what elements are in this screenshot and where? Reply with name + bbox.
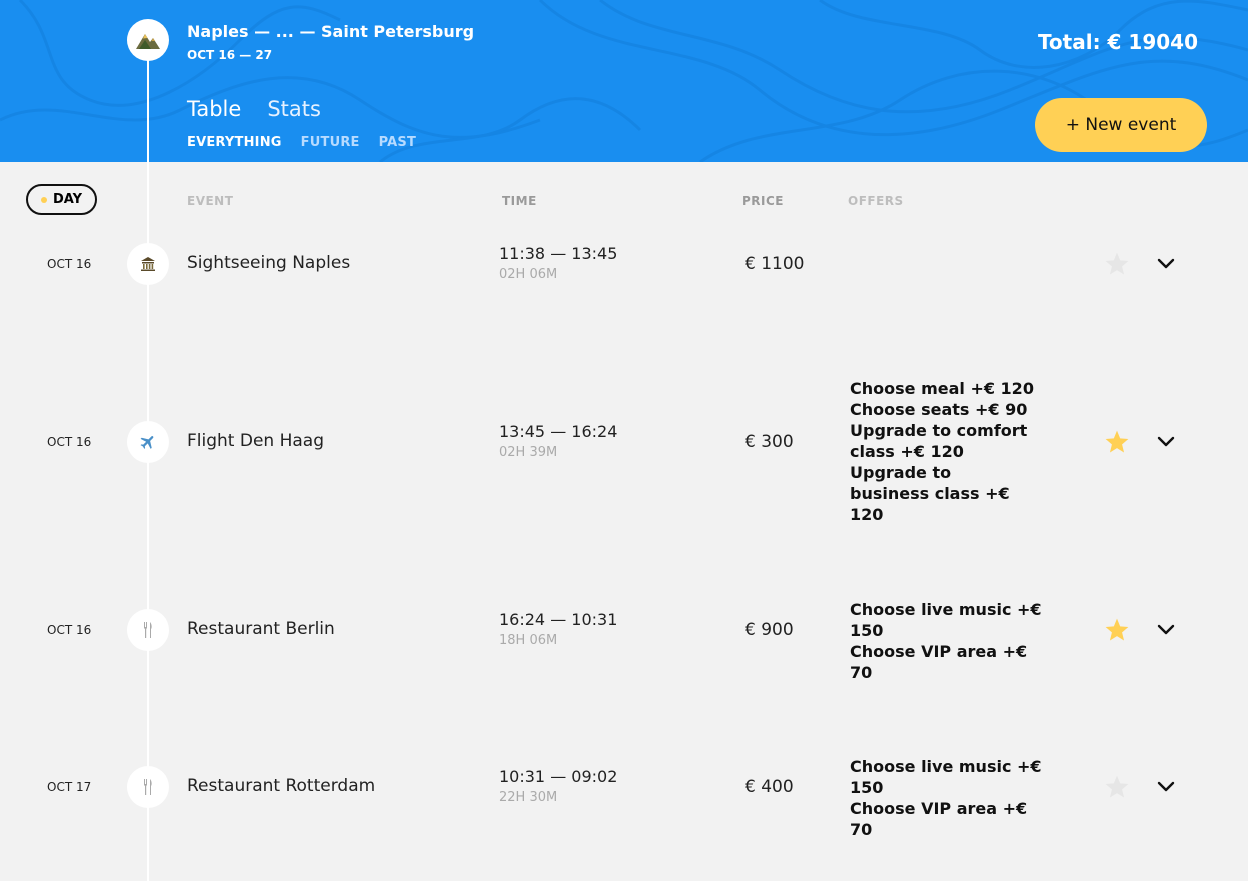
event-duration: 18H 06M bbox=[499, 633, 558, 648]
event-duration: 02H 06M bbox=[499, 267, 558, 282]
event-offers: Choose live music +€ 150 Choose VIP area… bbox=[850, 756, 1045, 840]
offer-item: Choose VIP area +€ 70 bbox=[850, 642, 1028, 682]
event-offers: Choose live music +€ 150 Choose VIP area… bbox=[850, 599, 1045, 683]
offer-item: Choose seats +€ 90 bbox=[850, 400, 1028, 419]
flight-icon bbox=[140, 436, 154, 449]
event-type-badge bbox=[127, 243, 169, 285]
event-price: € 400 bbox=[745, 777, 794, 797]
filter-everything[interactable]: EVERYTHING bbox=[187, 135, 282, 150]
sort-by-time[interactable]: TIME bbox=[502, 194, 537, 208]
event-duration: 22H 30M bbox=[499, 790, 558, 805]
event-price: € 300 bbox=[745, 432, 794, 452]
trip-logo bbox=[127, 19, 169, 61]
offer-item: Choose meal +€ 120 bbox=[850, 379, 1034, 398]
event-time-range: 13:45 — 16:24 bbox=[499, 422, 618, 441]
offer-item: Choose VIP area +€ 70 bbox=[850, 799, 1028, 839]
event-date: OCT 16 bbox=[47, 257, 92, 271]
offers-column-header: OFFERS bbox=[848, 194, 904, 208]
restaurant-icon bbox=[144, 622, 152, 638]
event-date: OCT 17 bbox=[47, 780, 92, 794]
offer-item: Choose live music +€ 150 bbox=[850, 757, 1042, 797]
event-offers: Choose meal +€ 120 Choose seats +€ 90 Up… bbox=[850, 378, 1050, 525]
favorite-star-icon[interactable] bbox=[1104, 251, 1130, 277]
favorite-star-icon[interactable] bbox=[1104, 774, 1130, 800]
event-row[interactable]: OCT 16 Restaurant Berlin 16:24 — 10:31 1… bbox=[0, 600, 1248, 682]
event-date: OCT 16 bbox=[47, 623, 92, 637]
event-time-range: 11:38 — 13:45 bbox=[499, 244, 618, 263]
trip-header: Naples — ... — Saint Petersburg OCT 16 —… bbox=[0, 0, 1248, 162]
filter-future[interactable]: FUTURE bbox=[301, 135, 360, 150]
event-duration: 02H 39M bbox=[499, 445, 558, 460]
event-name: Flight Den Haag bbox=[187, 431, 324, 451]
event-price: € 1100 bbox=[745, 254, 805, 274]
chevron-down-icon[interactable] bbox=[1156, 621, 1176, 639]
favorite-star-icon[interactable] bbox=[1104, 429, 1130, 455]
event-name: Sightseeing Naples bbox=[187, 253, 351, 273]
trip-route-title: Naples — ... — Saint Petersburg bbox=[187, 22, 475, 41]
event-type-badge bbox=[127, 421, 169, 463]
event-type-badge bbox=[127, 766, 169, 808]
sort-by-day-button[interactable]: DAY bbox=[26, 184, 97, 215]
sort-day-label: DAY bbox=[52, 192, 83, 207]
event-date: OCT 16 bbox=[47, 435, 92, 449]
event-name: Restaurant Rotterdam bbox=[187, 776, 376, 796]
tab-table[interactable]: Table bbox=[187, 97, 241, 121]
event-name: Restaurant Berlin bbox=[187, 619, 335, 639]
filter-past[interactable]: PAST bbox=[379, 135, 416, 150]
offer-item: Choose live music +€ 150 bbox=[850, 600, 1042, 640]
event-filters: EVERYTHING FUTURE PAST bbox=[187, 135, 416, 150]
active-sort-dot bbox=[40, 196, 47, 203]
tab-stats[interactable]: Stats bbox=[267, 97, 321, 121]
event-row[interactable]: OCT 17 Restaurant Rotterdam 10:31 — 09:0… bbox=[0, 757, 1248, 839]
sort-by-price[interactable]: PRICE bbox=[742, 194, 784, 208]
event-row[interactable]: OCT 16 Flight Den Haag 13:45 — 16:24 02H… bbox=[0, 379, 1248, 524]
offer-item: Upgrade to business class +€ 120 bbox=[850, 463, 1010, 524]
offer-item: Upgrade to comfort class +€ 120 bbox=[850, 421, 1028, 461]
event-row[interactable]: OCT 16 Sightseeing Naples 11:38 — 13:45 … bbox=[0, 243, 1248, 285]
event-time-range: 16:24 — 10:31 bbox=[499, 610, 618, 629]
sightseeing-icon bbox=[141, 257, 155, 271]
favorite-star-icon[interactable] bbox=[1104, 617, 1130, 643]
chevron-down-icon[interactable] bbox=[1156, 778, 1176, 796]
mountains-icon bbox=[136, 34, 160, 49]
restaurant-icon bbox=[144, 779, 152, 795]
chevron-down-icon[interactable] bbox=[1156, 255, 1176, 273]
view-tabs: Table Stats bbox=[187, 97, 321, 121]
event-price: € 900 bbox=[745, 620, 794, 640]
new-event-button[interactable]: + New event bbox=[1035, 98, 1207, 152]
trip-dates: OCT 16 — 27 bbox=[187, 48, 273, 62]
chevron-down-icon[interactable] bbox=[1156, 433, 1176, 451]
event-time-range: 10:31 — 09:02 bbox=[499, 767, 618, 786]
trip-total-cost: Total: € 19040 bbox=[1037, 30, 1198, 54]
sort-by-event[interactable]: EVENT bbox=[187, 194, 233, 208]
event-type-badge bbox=[127, 609, 169, 651]
